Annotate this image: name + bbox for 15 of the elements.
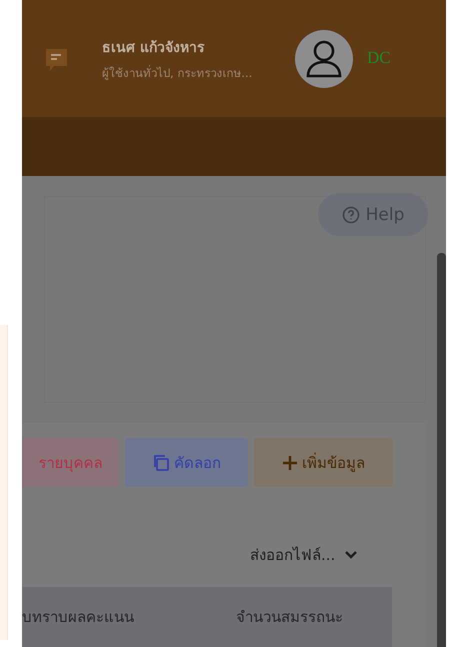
action-button[interactable]: คัดลอก [125,438,248,487]
user-initials: DC [367,48,391,68]
scrollbar[interactable] [437,253,446,647]
chat-icon[interactable] [44,47,69,73]
column-header: จำนวนสมรรถนะ [236,607,344,628]
user-role: ผู้ใช้งานทั่วไป, กระทรวงเกษ... [102,64,254,82]
export-dropdown[interactable]: ส่งออกไฟล์... [250,543,358,567]
copy-icon [152,454,170,472]
user-name: ธเนศ แก้วจังหาร [102,39,206,58]
plus-icon [282,454,298,470]
action-button[interactable]: เพิ่มข้อมูล [254,438,393,487]
action-button[interactable]: รายบุคคล [22,438,119,487]
column-header: บทราบผลคะแนน [22,607,135,628]
question-icon [342,206,360,224]
chevron-down-icon [345,551,358,559]
